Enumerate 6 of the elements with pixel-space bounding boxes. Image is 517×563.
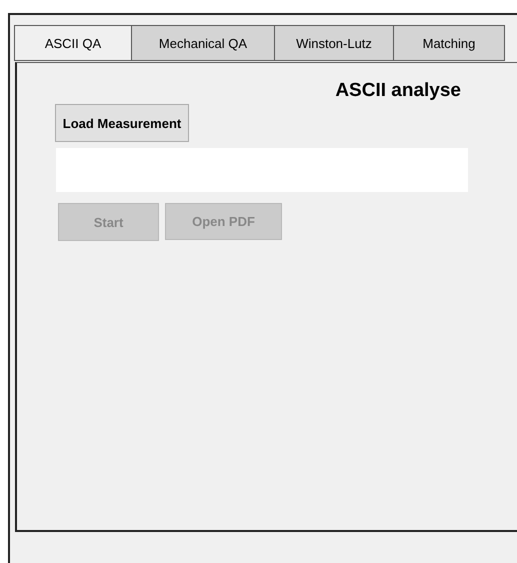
tab[interactable]: Mechanical QA — [131, 25, 275, 61]
tab[interactable]: ASCII QA — [14, 25, 132, 61]
panel-title: ASCII analyse — [335, 80, 461, 102]
load-measurement-button[interactable]: Load Measurement — [55, 104, 189, 142]
tab[interactable]: Winston-Lutz — [274, 25, 394, 61]
tab[interactable]: Matching — [393, 25, 505, 61]
